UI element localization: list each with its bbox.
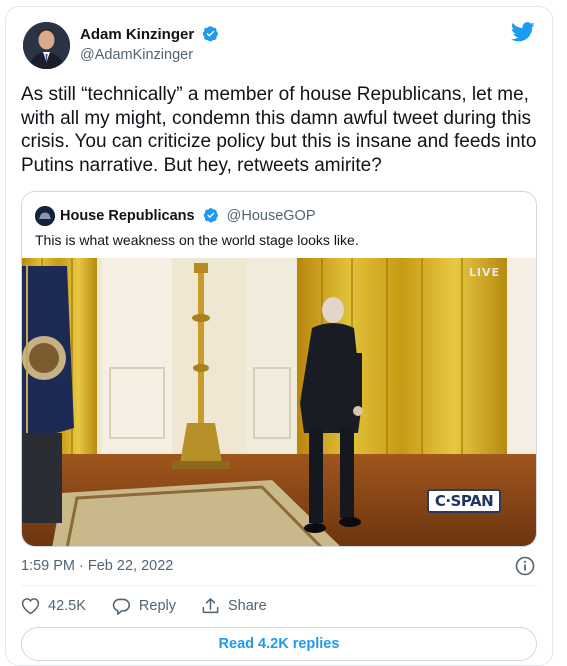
info-icon[interactable] bbox=[515, 556, 535, 576]
tweet-timestamp[interactable]: 1:59 PM · Feb 22, 2022 bbox=[21, 558, 173, 574]
reply-icon bbox=[112, 598, 130, 615]
cspan-watermark: C·SPAN bbox=[427, 489, 501, 513]
quoted-tweet[interactable]: House Republicans @HouseGOP This is what… bbox=[21, 191, 537, 547]
read-replies-button[interactable]: Read 4.2K replies bbox=[21, 627, 537, 661]
verified-badge-icon bbox=[203, 26, 219, 42]
quoted-author-avatar[interactable] bbox=[35, 206, 55, 226]
quoted-tweet-video[interactable]: LIVE C·SPAN bbox=[22, 258, 536, 546]
tweet-card: Adam Kinzinger @AdamKinzinger As still “… bbox=[5, 6, 553, 666]
like-button[interactable]: 42.5K bbox=[21, 597, 86, 615]
author-handle[interactable]: @AdamKinzinger bbox=[80, 47, 193, 63]
quoted-author-name-text: House Republicans bbox=[60, 208, 195, 224]
share-icon bbox=[202, 598, 219, 614]
reply-label: Reply bbox=[138, 598, 176, 614]
live-badge: LIVE bbox=[468, 266, 500, 279]
author-avatar[interactable] bbox=[23, 22, 70, 69]
tweet-text: As still “technically” a member of house… bbox=[21, 84, 537, 176]
author-name[interactable]: Adam Kinzinger bbox=[80, 25, 219, 43]
share-label: Share bbox=[227, 598, 267, 614]
like-count: 42.5K bbox=[48, 598, 86, 614]
author-name-text: Adam Kinzinger bbox=[80, 26, 195, 43]
heart-icon bbox=[21, 598, 40, 615]
tweet-actions: 42.5K Reply Share bbox=[21, 597, 292, 615]
verified-badge-icon bbox=[203, 208, 218, 223]
quoted-author-handle: @HouseGOP bbox=[226, 208, 316, 224]
share-button[interactable]: Share bbox=[201, 597, 267, 615]
twitter-bird-icon[interactable] bbox=[511, 22, 535, 42]
quoted-author-name[interactable]: House Republicans @HouseGOP bbox=[60, 207, 316, 224]
quoted-tweet-text: This is what weakness on the world stage… bbox=[35, 232, 359, 248]
divider bbox=[21, 585, 537, 586]
reply-button[interactable]: Reply bbox=[111, 597, 176, 615]
